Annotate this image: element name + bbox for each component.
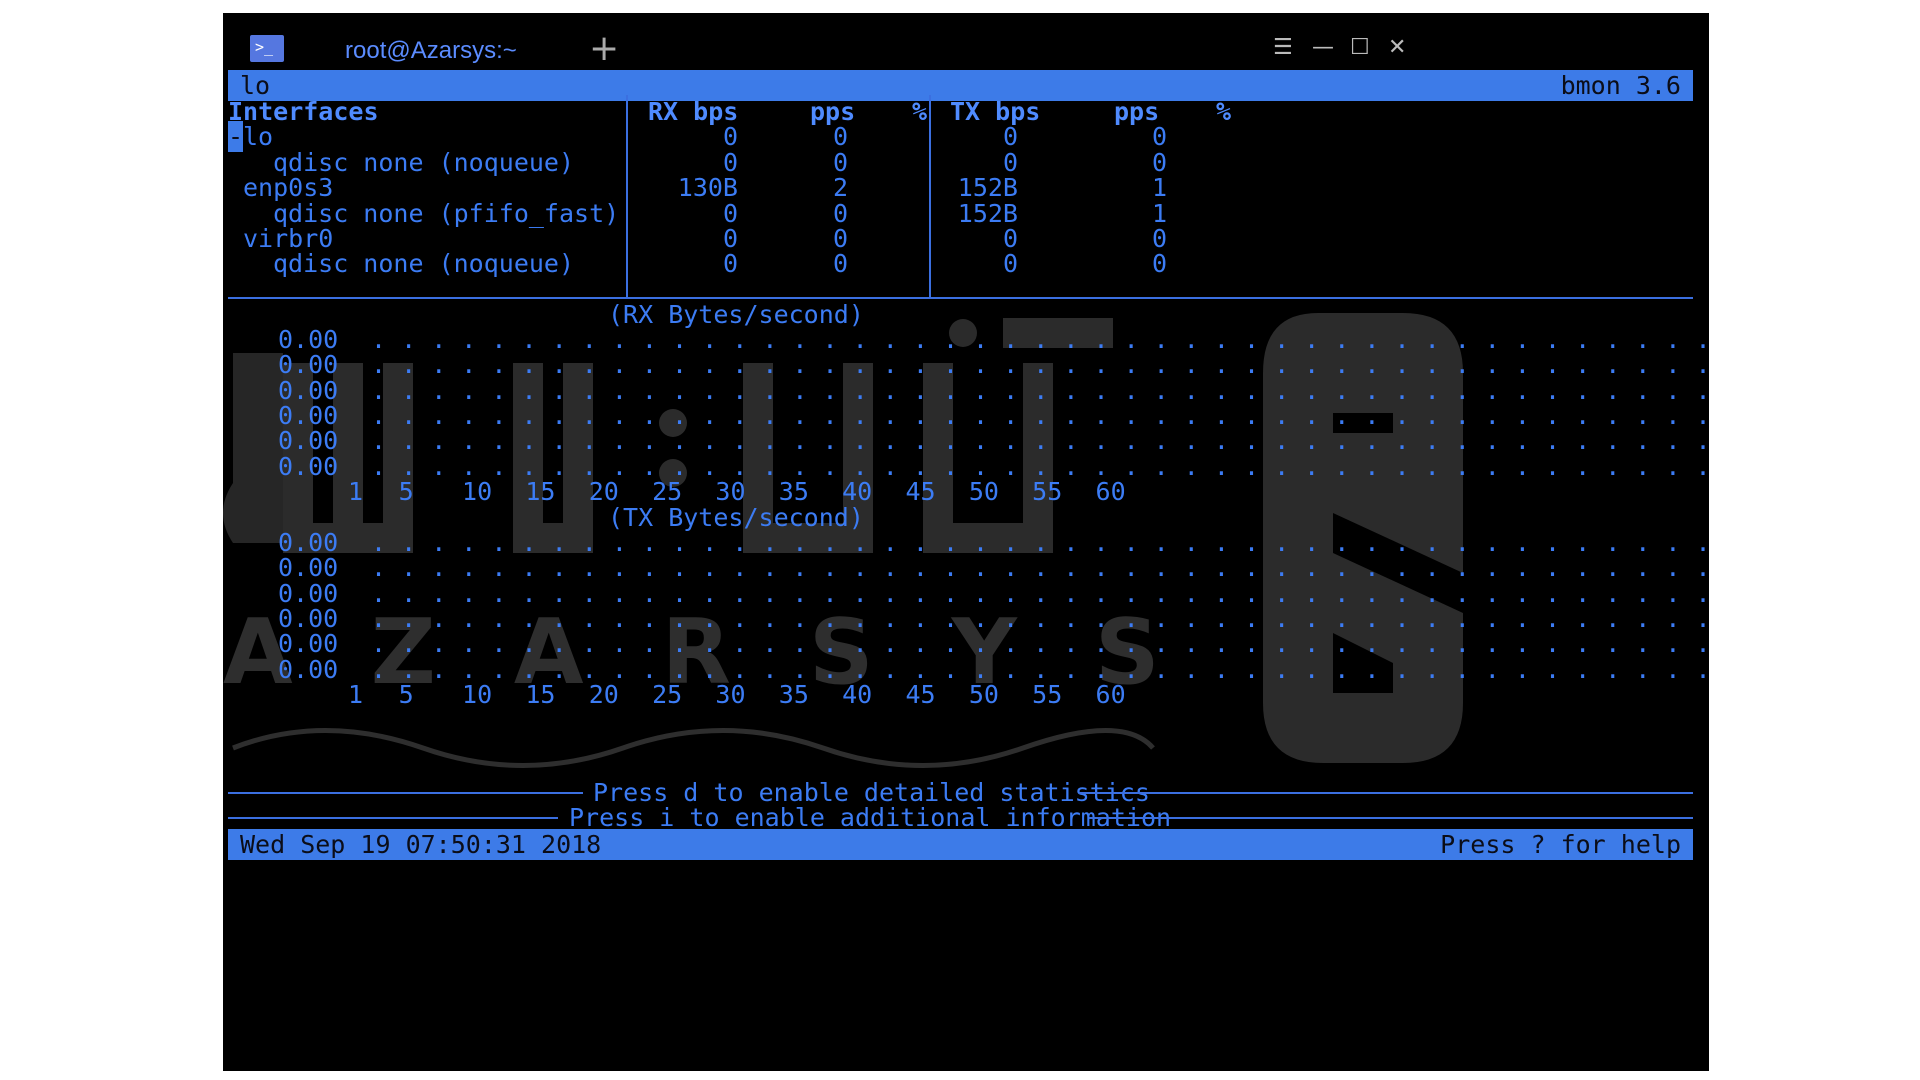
- bottom-status-bar: Wed Sep 19 07:50:31 2018 Press ? for hel…: [228, 829, 1693, 860]
- x-axis-tick-label: 1: [348, 679, 364, 709]
- minimize-button[interactable]: —: [1312, 37, 1334, 59]
- tx-pps-value: 0: [1151, 249, 1167, 278]
- x-axis-tick-label: 45: [905, 476, 936, 506]
- interface-name: qdisc none (noqueue): [273, 249, 575, 278]
- tx-row-virbr0-qdisc: 0 0: [943, 248, 1343, 279]
- column-divider-tx: [929, 95, 931, 298]
- new-tab-button[interactable]: +: [589, 31, 619, 67]
- x-axis-tick-label: 45: [905, 679, 936, 709]
- terminal-window: >_ root@Azarsys:~ + ☰ — ☐ ✕ AZARSYS lo b…: [223, 13, 1709, 1071]
- y-axis-label: 0.00: [278, 654, 339, 684]
- x-axis-tick-label: 60: [1095, 679, 1126, 709]
- datetime: Wed Sep 19 07:50:31 2018: [240, 830, 602, 859]
- x-axis-tick-label: 35: [778, 679, 809, 709]
- rx-bps-value: 0: [722, 249, 738, 278]
- x-axis-tick-label: 55: [1032, 679, 1063, 709]
- close-button[interactable]: ✕: [1388, 37, 1406, 59]
- x-axis-tick-label: 30: [715, 679, 746, 709]
- table-row[interactable]: qdisc none (noqueue) 0 0: [228, 248, 928, 279]
- hint-rule-left-2: [228, 817, 558, 819]
- x-axis-tick-label: 60: [1095, 476, 1126, 506]
- x-axis-tick-label: 5: [398, 679, 414, 709]
- x-axis-tick-label: 5: [398, 476, 414, 506]
- hint-rule-right: [1079, 792, 1693, 794]
- x-axis-tick-label: 20: [588, 679, 619, 709]
- maximize-button[interactable]: ☐: [1350, 37, 1370, 59]
- terminal-icon: >_: [250, 35, 284, 62]
- tx-bps-value: 0: [1002, 249, 1018, 278]
- x-axis-tick-label: 15: [525, 679, 556, 709]
- tab-title: root@Azarsys:~: [345, 37, 517, 64]
- x-axis-tick-label: 1: [348, 476, 364, 506]
- x-axis-tick-label: 10: [462, 679, 493, 709]
- tx-graph: 0.00. . . . . . . . . . . . . . . . . . …: [223, 527, 1709, 717]
- help-hint[interactable]: Press ? for help: [1378, 829, 1681, 860]
- menu-button[interactable]: ☰: [1273, 37, 1293, 59]
- rx-pps-value: 0: [832, 249, 848, 278]
- hint-rule-left: [228, 792, 583, 794]
- hint-rule-right-2: [1089, 817, 1693, 819]
- x-axis-tick-label: 55: [1032, 476, 1063, 506]
- x-axis-tick-label: 25: [652, 679, 683, 709]
- x-axis-tick-label: 50: [968, 476, 999, 506]
- x-axis-tick-label: 10: [462, 476, 493, 506]
- y-axis-label: 0.00: [278, 451, 339, 481]
- rx-graph: 0.00. . . . . . . . . . . . . . . . . . …: [223, 324, 1709, 514]
- x-axis-tick-label: 50: [968, 679, 999, 709]
- x-axis-tick-label: 15: [525, 476, 556, 506]
- x-axis-tick-label: 40: [842, 679, 873, 709]
